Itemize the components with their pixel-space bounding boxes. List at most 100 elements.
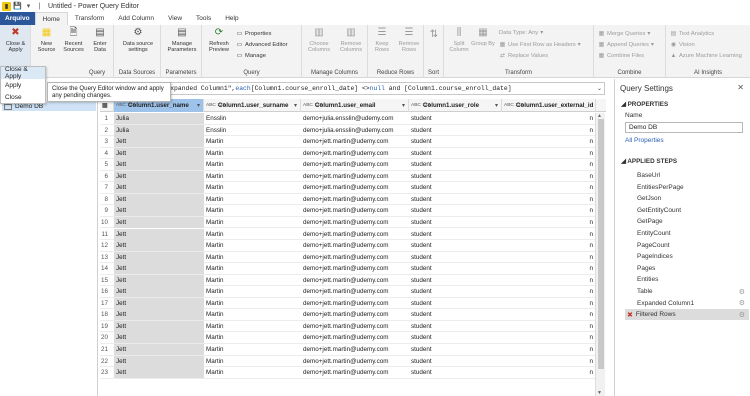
use-first-row-button[interactable]: ▦ Use First Row as Headers ▾ <box>499 41 581 49</box>
table-cell[interactable]: n <box>502 356 596 367</box>
table-cell[interactable]: Jett <box>114 251 204 263</box>
tab-transform[interactable]: Transform <box>68 12 111 25</box>
save-icon[interactable]: 💾 <box>13 2 22 11</box>
table-cell[interactable]: n <box>502 367 596 378</box>
all-properties-link[interactable]: All Properties <box>625 137 664 144</box>
menu-item-apply[interactable]: Apply <box>1 79 45 91</box>
table-row[interactable]: 13 Jett Martin demo+jett.martin@udemy.com st… <box>100 251 596 264</box>
table-cell[interactable]: n <box>502 205 596 216</box>
table-cell[interactable]: demo+jett.martin@udemy.com <box>301 217 409 228</box>
table-cell[interactable]: Julia <box>114 124 204 136</box>
table-cell[interactable]: n <box>502 136 596 147</box>
filter-dropdown-icon[interactable]: ▾ <box>495 102 498 109</box>
table-cell[interactable]: Martin <box>204 205 301 216</box>
table-cell[interactable]: Jett <box>114 355 204 367</box>
remove-columns-button[interactable]: ▥ Remove Columns <box>335 27 367 54</box>
table-cell[interactable]: n <box>502 298 596 309</box>
vision-button[interactable]: ◉ Vision <box>670 41 695 49</box>
table-cell[interactable]: Martin <box>204 194 301 205</box>
applied-step[interactable]: PageIndices <box>625 251 749 262</box>
table-cell[interactable]: student <box>409 367 502 378</box>
properties-section[interactable]: ◢ PROPERTIES <box>621 101 668 108</box>
table-cell[interactable]: n <box>502 125 596 136</box>
applied-step[interactable]: GetEntityCount <box>625 205 749 216</box>
enter-data-button[interactable]: ▤ Enter Data <box>88 27 112 54</box>
combine-files-button[interactable]: ▦ Combine Files <box>598 52 644 60</box>
table-cell[interactable]: Jett <box>114 170 204 182</box>
table-cell[interactable]: Martin <box>204 171 301 182</box>
merge-queries-button[interactable]: ▦ Merge Queries ▾ <box>598 30 651 38</box>
split-column-button[interactable]: ⫼ Split Column <box>447 27 471 54</box>
table-cell[interactable]: n <box>502 309 596 320</box>
table-cell[interactable]: n <box>502 229 596 240</box>
applied-step[interactable]: Pages <box>625 263 749 274</box>
table-cell[interactable]: Jett <box>114 193 204 205</box>
replace-values-button[interactable]: ⇄ Replace Values <box>499 52 548 60</box>
tab-file[interactable]: Arquivo <box>0 12 35 25</box>
manage-button[interactable]: ▭ Manage <box>236 52 266 60</box>
table-cell[interactable]: demo+jett.martin@udemy.com <box>301 205 409 216</box>
table-cell[interactable]: Jett <box>114 205 204 217</box>
table-cell[interactable]: Ensslin <box>204 125 301 136</box>
table-cell[interactable]: student <box>409 252 502 263</box>
table-cell[interactable]: Martin <box>204 286 301 297</box>
keep-rows-button[interactable]: ☰ Keep Rows <box>370 27 394 54</box>
table-cell[interactable]: Martin <box>204 332 301 343</box>
table-cell[interactable]: n <box>502 113 596 124</box>
table-cell[interactable]: n <box>502 275 596 286</box>
table-cell[interactable]: Martin <box>204 263 301 274</box>
delete-step-icon[interactable]: ✖ <box>627 311 633 319</box>
close-icon[interactable]: ✕ <box>737 83 744 92</box>
applied-step[interactable]: Expanded Column1 ⚙ <box>625 298 749 309</box>
table-cell[interactable]: n <box>502 194 596 205</box>
table-row[interactable]: 18 Jett Martin demo+jett.martin@udemy.com st… <box>100 309 596 321</box>
table-cell[interactable]: n <box>502 217 596 228</box>
table-cell[interactable]: student <box>409 205 502 216</box>
table-cell[interactable]: Jett <box>114 297 204 309</box>
table-cell[interactable]: Jett <box>114 263 204 275</box>
table-cell[interactable]: Martin <box>204 148 301 159</box>
menu-item-close-apply[interactable]: Close & Apply <box>1 66 45 80</box>
new-source-button[interactable]: ▦ New Source <box>34 27 59 54</box>
data-type-select[interactable]: Data Type: Any ▾ <box>499 30 543 36</box>
table-row[interactable]: 19 Jett Martin demo+jett.martin@udemy.com st… <box>100 320 596 333</box>
table-cell[interactable]: Martin <box>204 229 301 240</box>
table-cell[interactable]: demo+jett.martin@udemy.com <box>301 309 409 320</box>
table-cell[interactable]: demo+jett.martin@udemy.com <box>301 148 409 159</box>
table-cell[interactable]: Martin <box>204 356 301 367</box>
table-cell[interactable]: Jett <box>114 286 204 298</box>
recent-sources-button[interactable]: 🗎 Recent Sources <box>60 27 87 54</box>
tab-help[interactable]: Help <box>218 12 245 25</box>
table-cell[interactable]: n <box>502 171 596 182</box>
table-cell[interactable]: Martin <box>204 275 301 286</box>
table-cell[interactable]: n <box>502 159 596 170</box>
table-row[interactable]: 16 Jett Martin demo+jett.martin@udemy.com st… <box>100 286 596 298</box>
close-apply-button[interactable]: ✖ Close & Apply <box>2 27 29 54</box>
query-name-input[interactable]: Demo DB <box>625 122 743 133</box>
table-cell[interactable]: demo+jett.martin@udemy.com <box>301 298 409 309</box>
table-cell[interactable]: Martin <box>204 298 301 309</box>
table-cell[interactable]: Martin <box>204 240 301 251</box>
table-cell[interactable]: Martin <box>204 321 301 332</box>
scrollbar-thumb[interactable] <box>598 119 604 369</box>
table-cell[interactable]: student <box>409 171 502 182</box>
table-cell[interactable]: demo+jett.martin@udemy.com <box>301 159 409 170</box>
tab-add-column[interactable]: Add Column <box>111 12 161 25</box>
table-cell[interactable]: Jett <box>114 147 204 159</box>
table-cell[interactable]: Jett <box>114 320 204 332</box>
table-cell[interactable]: Jett <box>114 309 204 321</box>
gear-icon[interactable]: ⚙ <box>739 288 745 296</box>
table-row[interactable]: 22 Jett Martin demo+jett.martin@udemy.com st… <box>100 355 596 368</box>
table-cell[interactable]: Jett <box>114 332 204 344</box>
table-cell[interactable]: Jett <box>114 159 204 171</box>
formula-expand-icon[interactable]: ⌄ <box>597 85 602 92</box>
table-cell[interactable]: demo+jett.martin@udemy.com <box>301 171 409 182</box>
table-cell[interactable]: Martin <box>204 309 301 320</box>
table-row[interactable]: 17 Jett Martin demo+jett.martin@udemy.com st… <box>100 297 596 310</box>
table-cell[interactable]: student <box>409 286 502 297</box>
table-cell[interactable]: n <box>502 182 596 193</box>
manage-parameters-button[interactable]: ▤ Manage Parameters <box>163 27 201 54</box>
table-cell[interactable]: demo+jett.martin@udemy.com <box>301 229 409 240</box>
table-cell[interactable]: demo+julia.ensslin@udemy.com <box>301 125 409 136</box>
applied-step[interactable]: EntityCount <box>625 228 749 239</box>
